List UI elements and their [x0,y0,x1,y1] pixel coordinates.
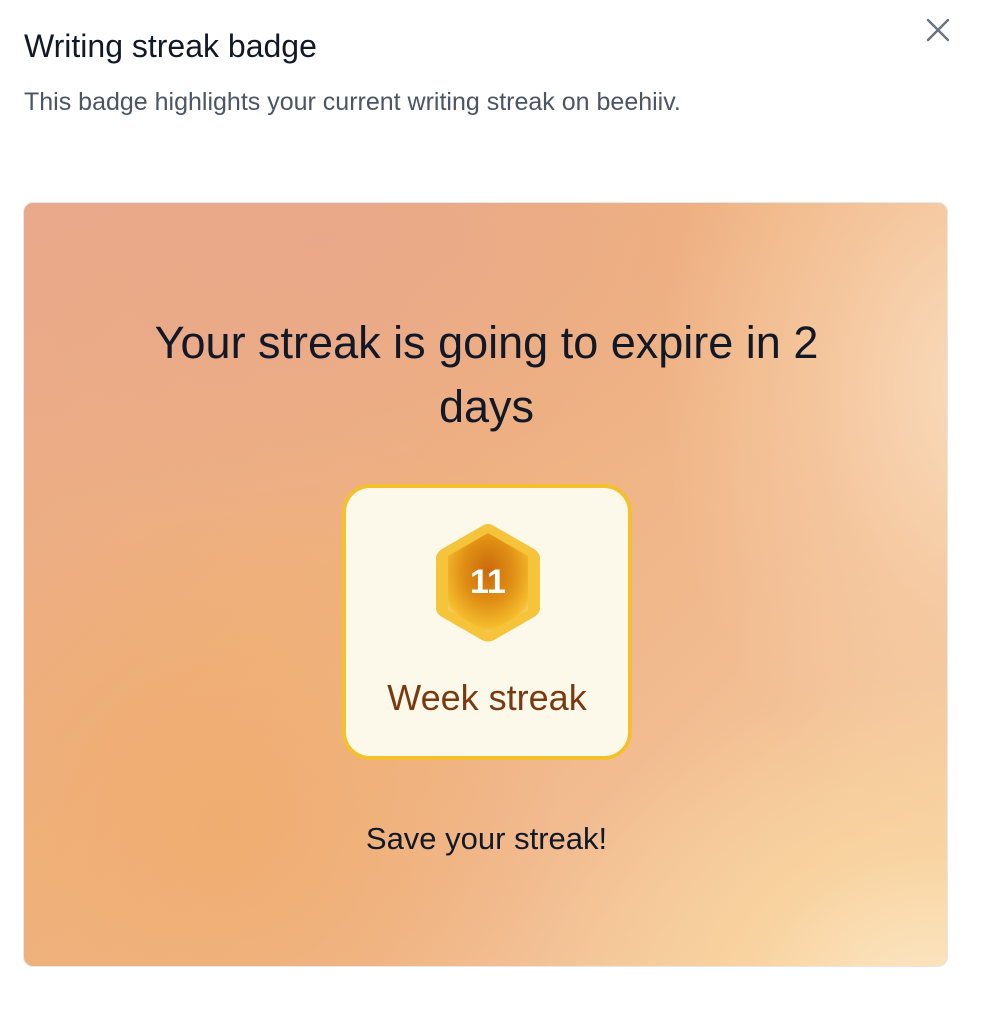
save-streak-text: Save your streak! [365,821,608,856]
writing-streak-badge-dialog: Writing streak badge This badge highligh… [0,0,982,1012]
streak-badge-preview: Your streak is going to expire in 2 days… [23,202,948,967]
close-icon [926,18,950,42]
dialog-subtitle: This badge highlights your current writi… [24,88,681,116]
streak-badge: 11 Week streak [342,484,632,760]
streak-count: 11 [470,563,506,601]
dialog-title: Writing streak badge [24,28,317,64]
streak-expire-headline: Your streak is going to expire in 2 days [154,317,819,432]
close-button[interactable] [918,10,958,50]
badge-label: Week streak [387,677,587,718]
